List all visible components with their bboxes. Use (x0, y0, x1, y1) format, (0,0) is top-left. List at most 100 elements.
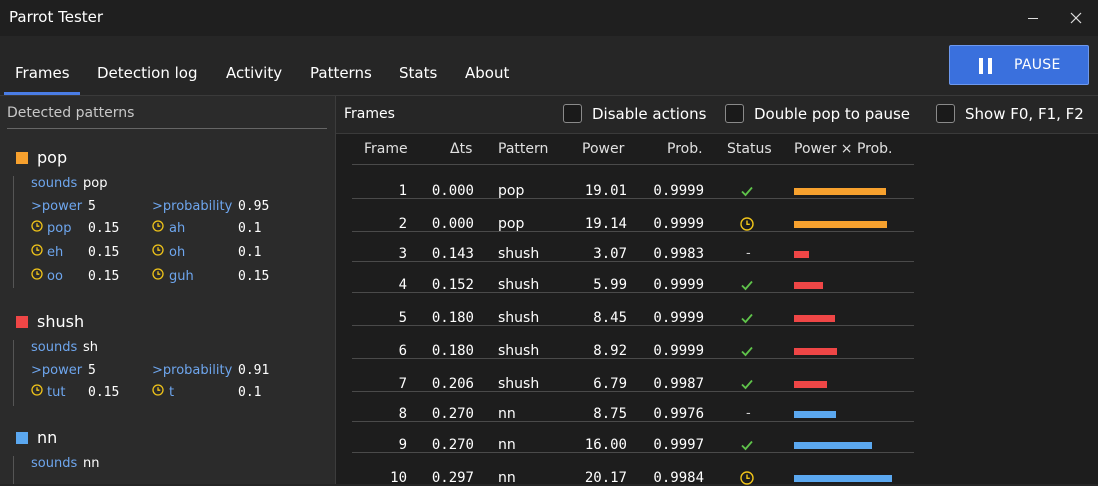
clock-icon (740, 471, 754, 485)
tab-bar: Frames Detection log Activity Patterns S… (0, 36, 1098, 96)
column-header-dts[interactable]: Δts (450, 141, 472, 157)
cell-frame: 5 (398, 310, 407, 326)
cell-prob: 0.9987 (653, 376, 704, 392)
title-bar: Parrot Tester (0, 0, 1098, 36)
tab-patterns[interactable]: Patterns (310, 64, 372, 82)
frames-title: Frames (344, 106, 395, 122)
cell-prob: 0.9976 (653, 406, 704, 422)
tab-detection-log[interactable]: Detection log (97, 64, 198, 82)
cell-prob: 0.9999 (653, 310, 704, 326)
param-value: 0.15 (88, 221, 120, 236)
disable-actions-label[interactable]: Disable actions (592, 105, 706, 123)
clock-icon (152, 384, 164, 396)
app-title: Parrot Tester (9, 8, 104, 26)
cell-prob: 0.9997 (653, 437, 704, 453)
power-prob-bar (794, 348, 837, 355)
pattern-color-swatch (16, 432, 28, 444)
cell-dts: 0.000 (431, 216, 474, 232)
close-icon[interactable] (1064, 6, 1088, 30)
sounds-value: nn (83, 456, 100, 471)
cell-pattern: shush (498, 310, 540, 326)
sounds-value: sh (83, 340, 99, 355)
param-label: guh (169, 269, 194, 284)
cell-dts: 0.180 (431, 310, 474, 326)
cell-pattern: shush (498, 376, 540, 392)
status-dash: - (746, 246, 751, 261)
frames-toolbar: Frames Disable actions Double pop to pau… (336, 96, 1098, 134)
param-label: oo (47, 269, 63, 284)
clock-icon (31, 220, 43, 232)
pattern-name: pop (37, 148, 68, 167)
sounds-label: sounds (31, 340, 78, 355)
cell-dts: 0.270 (431, 437, 474, 453)
tab-about[interactable]: About (465, 64, 509, 82)
show-formants-label[interactable]: Show F0, F1, F2 (965, 105, 1084, 123)
param-value: 0.1 (238, 245, 262, 260)
column-header-pattern[interactable]: Pattern (498, 141, 548, 157)
cell-dts: 0.180 (431, 343, 474, 359)
cell-dts: 0.270 (431, 406, 474, 422)
pattern-color-swatch (16, 316, 28, 328)
param-label: eh (47, 245, 64, 260)
param-value: 0.95 (238, 199, 270, 214)
column-header-power-prob[interactable]: Power × Prob. (794, 141, 893, 157)
sounds-label: sounds (31, 176, 78, 191)
status-dash: - (746, 406, 751, 421)
column-header-status[interactable]: Status (727, 141, 772, 157)
cell-frame: 7 (398, 376, 407, 392)
power-prob-bar (794, 282, 823, 289)
cell-frame: 8 (398, 406, 407, 422)
param-value: 0.1 (238, 221, 262, 236)
column-header-power[interactable]: Power (582, 141, 624, 157)
cell-pattern: nn (498, 406, 516, 422)
tab-frames[interactable]: Frames (15, 64, 70, 82)
power-prob-bar (794, 188, 886, 195)
cell-dts: 0.152 (431, 277, 474, 293)
param-label: >probability (152, 199, 233, 214)
minimize-icon[interactable] (1021, 6, 1045, 30)
cell-power: 19.14 (584, 216, 627, 232)
param-value: 0.91 (238, 363, 270, 378)
param-value: 0.15 (238, 269, 270, 284)
power-prob-bar (794, 442, 872, 449)
tab-stats[interactable]: Stats (399, 64, 437, 82)
power-prob-bar (794, 315, 835, 322)
clock-icon (31, 244, 43, 256)
cell-frame: 9 (398, 437, 407, 453)
frames-panel: Frames Disable actions Double pop to pau… (336, 96, 1098, 486)
pause-button[interactable]: PAUSE (949, 45, 1089, 85)
check-icon (741, 440, 753, 451)
pause-label: PAUSE (1014, 57, 1061, 73)
column-header-frame[interactable]: Frame (364, 141, 408, 157)
param-label: tut (47, 385, 66, 400)
cell-power: 8.92 (593, 343, 627, 359)
cell-power: 5.99 (593, 277, 627, 293)
power-prob-bar (794, 411, 836, 418)
cell-power: 8.75 (593, 406, 627, 422)
cell-power: 3.07 (593, 246, 627, 262)
double-pop-label[interactable]: Double pop to pause (754, 105, 910, 123)
divider (7, 128, 327, 129)
param-value: 5 (88, 199, 96, 214)
double-pop-checkbox[interactable] (725, 104, 744, 123)
column-header-prob[interactable]: Prob. (667, 141, 703, 157)
cell-prob: 0.9983 (653, 246, 704, 262)
param-label: oh (169, 245, 186, 260)
power-prob-bar (794, 475, 892, 482)
pattern-color-swatch (16, 152, 28, 164)
power-prob-bar (794, 251, 809, 258)
check-icon (741, 186, 753, 197)
cell-frame: 6 (398, 343, 407, 359)
tab-activity[interactable]: Activity (226, 64, 282, 82)
row-divider (352, 164, 914, 165)
cell-prob: 0.9999 (653, 277, 704, 293)
cell-prob: 0.9999 (653, 183, 704, 199)
detected-patterns-panel[interactable]: Detected patterns pop sounds pop >power … (0, 96, 335, 484)
clock-icon (31, 268, 43, 280)
show-formants-checkbox[interactable] (936, 104, 955, 123)
param-label: ah (169, 221, 186, 236)
disable-actions-checkbox[interactable] (563, 104, 582, 123)
cell-pattern: shush (498, 277, 540, 293)
param-label: >probability (152, 363, 233, 378)
clock-icon (31, 384, 43, 396)
